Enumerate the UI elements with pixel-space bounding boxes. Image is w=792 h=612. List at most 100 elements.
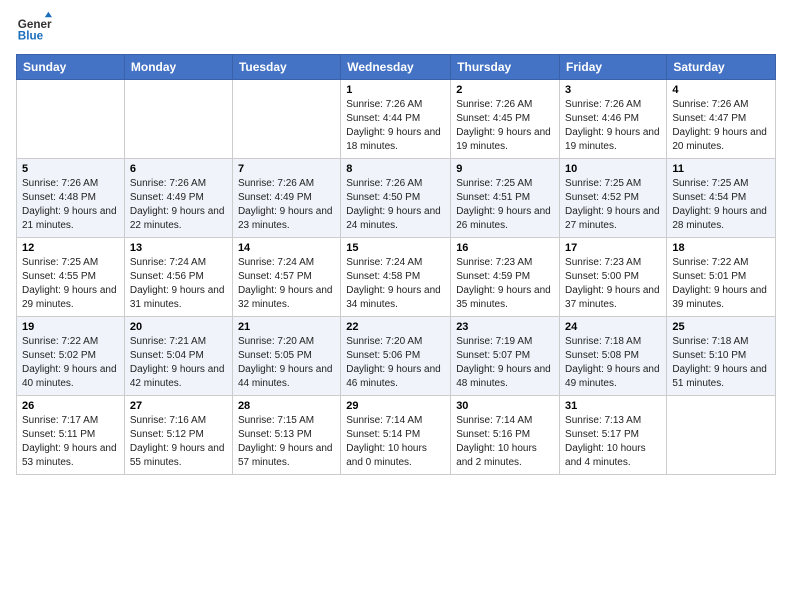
calendar-cell: 26 Sunrise: 7:17 AM Sunset: 5:11 PM Dayli… [17,396,125,475]
calendar-cell [124,80,232,159]
calendar-cell: 30 Sunrise: 7:14 AM Sunset: 5:16 PM Dayli… [451,396,560,475]
header: General Blue [16,10,776,46]
day-info: Sunrise: 7:26 AM Sunset: 4:46 PM Dayligh… [565,98,661,154]
day-info: Sunrise: 7:13 AM Sunset: 5:17 PM Dayligh… [565,414,661,470]
calendar-day-header: Tuesday [232,55,340,80]
calendar-cell: 1 Sunrise: 7:26 AM Sunset: 4:44 PM Daylig… [341,80,451,159]
calendar-week-row: 12 Sunrise: 7:25 AM Sunset: 4:55 PM Dayli… [17,238,776,317]
day-number: 15 [346,242,445,254]
day-info: Sunrise: 7:25 AM Sunset: 4:52 PM Dayligh… [565,177,661,233]
calendar-cell: 27 Sunrise: 7:16 AM Sunset: 5:12 PM Dayli… [124,396,232,475]
calendar-cell: 29 Sunrise: 7:14 AM Sunset: 5:14 PM Dayli… [341,396,451,475]
calendar-day-header: Monday [124,55,232,80]
day-info: Sunrise: 7:21 AM Sunset: 5:04 PM Dayligh… [130,335,227,391]
day-number: 28 [238,400,335,412]
calendar-cell: 8 Sunrise: 7:26 AM Sunset: 4:50 PM Daylig… [341,159,451,238]
day-info: Sunrise: 7:23 AM Sunset: 4:59 PM Dayligh… [456,256,554,312]
calendar-cell: 6Sunrise: 7:26 AM Sunset: 4:49 PM Daylig… [124,159,232,238]
calendar-week-row: 1 Sunrise: 7:26 AM Sunset: 4:44 PM Daylig… [17,80,776,159]
day-number: 9 [456,163,554,175]
day-number: 3 [565,84,661,96]
day-number: 1 [346,84,445,96]
calendar-cell: 31 Sunrise: 7:13 AM Sunset: 5:17 PM Dayli… [560,396,667,475]
day-number: 31 [565,400,661,412]
day-number: 14 [238,242,335,254]
calendar-cell: 18Sunrise: 7:22 AM Sunset: 5:01 PM Dayli… [667,238,776,317]
day-info: Sunrise: 7:16 AM Sunset: 5:12 PM Dayligh… [130,414,227,470]
calendar-cell [232,80,340,159]
day-info: Sunrise: 7:26 AM Sunset: 4:44 PM Dayligh… [346,98,445,154]
day-info: Sunrise: 7:26 AM Sunset: 4:50 PM Dayligh… [346,177,445,233]
day-info: Sunrise: 7:14 AM Sunset: 5:14 PM Dayligh… [346,414,445,470]
calendar-table: SundayMondayTuesdayWednesdayThursdayFrid… [16,54,776,475]
day-info: Sunrise: 7:20 AM Sunset: 5:06 PM Dayligh… [346,335,445,391]
day-number: 6 [130,163,227,175]
day-number: 12 [22,242,119,254]
day-info: Sunrise: 7:25 AM Sunset: 4:54 PM Dayligh… [672,177,770,233]
day-number: 2 [456,84,554,96]
day-info: Sunrise: 7:17 AM Sunset: 5:11 PM Dayligh… [22,414,119,470]
day-info: Sunrise: 7:25 AM Sunset: 4:51 PM Dayligh… [456,177,554,233]
day-info: Sunrise: 7:22 AM Sunset: 5:01 PM Dayligh… [672,256,770,312]
day-info: Sunrise: 7:25 AM Sunset: 4:55 PM Dayligh… [22,256,119,312]
day-info: Sunrise: 7:26 AM Sunset: 4:45 PM Dayligh… [456,98,554,154]
day-number: 13 [130,242,227,254]
calendar-cell [667,396,776,475]
day-info: Sunrise: 7:14 AM Sunset: 5:16 PM Dayligh… [456,414,554,470]
calendar-cell: 12 Sunrise: 7:25 AM Sunset: 4:55 PM Dayli… [17,238,125,317]
calendar-cell: 11 Sunrise: 7:25 AM Sunset: 4:54 PM Dayli… [667,159,776,238]
calendar-cell: 14 Sunrise: 7:24 AM Sunset: 4:57 PM Dayli… [232,238,340,317]
calendar-cell [17,80,125,159]
svg-text:Blue: Blue [18,30,44,43]
day-info: Sunrise: 7:22 AM Sunset: 5:02 PM Dayligh… [22,335,119,391]
day-number: 20 [130,321,227,333]
calendar-day-header: Sunday [17,55,125,80]
calendar-day-header: Wednesday [341,55,451,80]
day-number: 30 [456,400,554,412]
calendar-header-row: SundayMondayTuesdayWednesdayThursdayFrid… [17,55,776,80]
day-info: Sunrise: 7:18 AM Sunset: 5:08 PM Dayligh… [565,335,661,391]
logo: General Blue [16,10,54,46]
calendar-cell: 10 Sunrise: 7:25 AM Sunset: 4:52 PM Dayli… [560,159,667,238]
day-number: 21 [238,321,335,333]
calendar-cell: 4 Sunrise: 7:26 AM Sunset: 4:47 PM Daylig… [667,80,776,159]
calendar-week-row: 19Sunrise: 7:22 AM Sunset: 5:02 PM Dayli… [17,317,776,396]
calendar-cell: 16Sunrise: 7:23 AM Sunset: 4:59 PM Dayli… [451,238,560,317]
day-number: 5 [22,163,119,175]
day-number: 29 [346,400,445,412]
day-info: Sunrise: 7:18 AM Sunset: 5:10 PM Dayligh… [672,335,770,391]
day-number: 7 [238,163,335,175]
day-info: Sunrise: 7:26 AM Sunset: 4:49 PM Dayligh… [238,177,335,233]
calendar-day-header: Thursday [451,55,560,80]
calendar-cell: 15 Sunrise: 7:24 AM Sunset: 4:58 PM Dayli… [341,238,451,317]
logo-icon: General Blue [16,10,52,46]
day-info: Sunrise: 7:23 AM Sunset: 5:00 PM Dayligh… [565,256,661,312]
calendar-cell: 23Sunrise: 7:19 AM Sunset: 5:07 PM Dayli… [451,317,560,396]
day-info: Sunrise: 7:19 AM Sunset: 5:07 PM Dayligh… [456,335,554,391]
day-info: Sunrise: 7:20 AM Sunset: 5:05 PM Dayligh… [238,335,335,391]
day-number: 27 [130,400,227,412]
day-info: Sunrise: 7:26 AM Sunset: 4:47 PM Dayligh… [672,98,770,154]
day-info: Sunrise: 7:26 AM Sunset: 4:48 PM Dayligh… [22,177,119,233]
calendar-day-header: Friday [560,55,667,80]
day-number: 8 [346,163,445,175]
day-number: 25 [672,321,770,333]
day-number: 26 [22,400,119,412]
calendar-cell: 22Sunrise: 7:20 AM Sunset: 5:06 PM Dayli… [341,317,451,396]
calendar-cell: 20 Sunrise: 7:21 AM Sunset: 5:04 PM Dayli… [124,317,232,396]
calendar-cell: 19Sunrise: 7:22 AM Sunset: 5:02 PM Dayli… [17,317,125,396]
calendar-cell: 21 Sunrise: 7:20 AM Sunset: 5:05 PM Dayli… [232,317,340,396]
calendar-cell: 3 Sunrise: 7:26 AM Sunset: 4:46 PM Daylig… [560,80,667,159]
day-info: Sunrise: 7:24 AM Sunset: 4:57 PM Dayligh… [238,256,335,312]
calendar-cell: 7 Sunrise: 7:26 AM Sunset: 4:49 PM Daylig… [232,159,340,238]
day-number: 17 [565,242,661,254]
day-number: 10 [565,163,661,175]
calendar-week-row: 26 Sunrise: 7:17 AM Sunset: 5:11 PM Dayli… [17,396,776,475]
calendar-cell: 13Sunrise: 7:24 AM Sunset: 4:56 PM Dayli… [124,238,232,317]
day-info: Sunrise: 7:24 AM Sunset: 4:58 PM Dayligh… [346,256,445,312]
day-number: 24 [565,321,661,333]
day-number: 4 [672,84,770,96]
page: General Blue SundayMondayTuesdayWednesda… [0,0,792,612]
day-number: 11 [672,163,770,175]
day-info: Sunrise: 7:15 AM Sunset: 5:13 PM Dayligh… [238,414,335,470]
